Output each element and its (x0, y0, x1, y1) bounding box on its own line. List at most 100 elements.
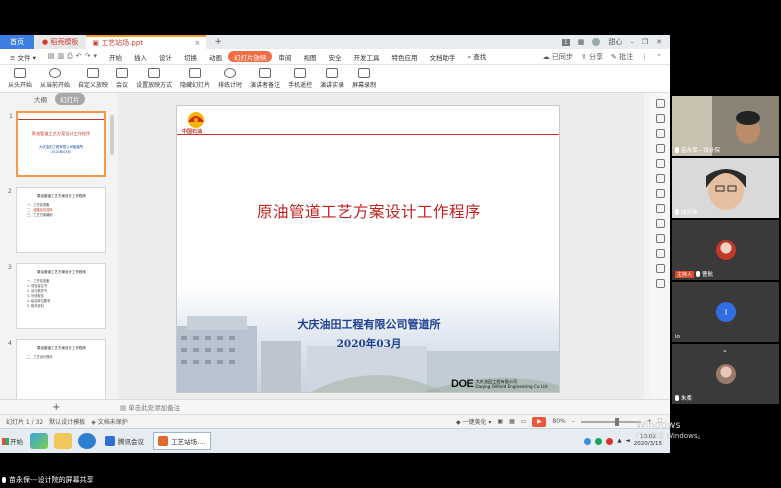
participant-video-1[interactable]: 苗永保---设计院 (672, 96, 779, 156)
zoom-level[interactable]: 80% (552, 418, 565, 425)
expand-list-icon[interactable]: ⌄ (722, 346, 728, 354)
style-icon[interactable] (655, 144, 665, 153)
thumbnail-slide-2[interactable]: 2 原油管道工艺方案设计工作程序 一、工作前准备 二、线路走向选择 三、工艺方案… (8, 187, 106, 253)
audio-icon[interactable] (655, 249, 665, 258)
redo-icon[interactable]: ↷ (85, 52, 91, 61)
zoom-slider[interactable] (580, 417, 641, 426)
collapse-icon[interactable] (655, 99, 665, 108)
menu-security[interactable]: 安全 (322, 52, 347, 62)
user-avatar[interactable] (592, 38, 601, 46)
browser-icon[interactable] (78, 433, 96, 449)
media-icon[interactable] (655, 234, 665, 243)
menu-design[interactable]: 设计 (153, 52, 178, 62)
grid-icon[interactable]: ▦ (578, 38, 585, 46)
share-button[interactable]: ⇪ 分享 (581, 52, 603, 62)
play-slideshow-button[interactable]: ▶ (532, 416, 547, 427)
view-sorter-icon[interactable]: ▦ (509, 418, 515, 425)
more-menu-icon[interactable]: ⋮ (641, 53, 648, 61)
menu-animation[interactable]: 动画 (203, 52, 228, 62)
tab-docer[interactable]: ● 稻壳模板 (36, 35, 85, 49)
menu-features[interactable]: 特色应用 (385, 52, 423, 62)
image-icon[interactable] (655, 219, 665, 228)
restore-icon[interactable]: ❐ (642, 38, 648, 46)
start-button[interactable]: 开始 (2, 432, 24, 450)
notes-icon (259, 68, 272, 78)
tab-outline[interactable]: 大纲 (34, 94, 47, 104)
tab-home[interactable]: 首页 (0, 35, 34, 49)
custom-show-button[interactable]: 自定义放映 (74, 65, 112, 92)
menu-review[interactable]: 审阅 (272, 52, 297, 62)
user-name[interactable]: 甜心 (608, 37, 622, 47)
menu-transition[interactable]: 切换 (178, 52, 203, 62)
help-icon[interactable] (655, 279, 665, 288)
play-from-start-button[interactable]: 从头开始 (4, 65, 36, 92)
phone-remote-button[interactable]: 手机遥控 (284, 65, 316, 92)
shape-icon[interactable] (655, 129, 665, 138)
new-tab-button[interactable]: + (208, 37, 228, 47)
thumbnail-slide-1[interactable]: 1 原油管道工艺方案设计工作程序 大庆油田工程有限公司管道所 2020年03月 (9, 111, 106, 177)
folder-icon[interactable] (54, 433, 72, 449)
thumbnail-scrollbar[interactable] (110, 115, 114, 155)
open-icon[interactable]: ▤ (48, 52, 55, 61)
current-slide[interactable]: 中国石油 原油管道工艺方案设计工作程序 大庆油田工程有限公司管道所 2020年0… (176, 105, 560, 393)
tab-document[interactable]: ▣ 工艺站场.ppt × (86, 35, 207, 49)
taskbar-ppt[interactable]: 工艺站场.... (153, 432, 211, 450)
thumbnail-slide-3[interactable]: 3 原油管道工艺方案设计工作程序 一、工作前准备 1. 项目建议书 2. 设计委… (8, 263, 106, 329)
menu-assistant[interactable]: 文档助手 (423, 52, 461, 62)
comment-button[interactable]: ✎ 批注 (611, 52, 633, 62)
taskbar-tencent-meeting[interactable]: 腾讯会议 (100, 432, 149, 450)
view-reading-icon[interactable]: ▭ (521, 418, 527, 425)
screen-record-button[interactable]: 屏幕录制 (348, 65, 380, 92)
collapse-ribbon-icon[interactable]: ⌃ (656, 53, 662, 61)
select-icon[interactable] (655, 114, 665, 123)
minimize-icon[interactable]: – (630, 38, 634, 46)
tray-app-icon[interactable] (584, 437, 592, 445)
save-icon[interactable]: ▥ (57, 52, 64, 61)
tray-wechat-icon[interactable] (595, 437, 603, 445)
chart-icon[interactable] (655, 204, 665, 213)
play-from-current-button[interactable]: 从当前开始 (36, 65, 74, 92)
layout-icon[interactable] (655, 189, 665, 198)
more-icon[interactable]: ▾ (93, 52, 97, 61)
thumbnail-slide-4[interactable]: 4 原油管道工艺方案设计工作程序 二、工艺设计程序 (8, 339, 106, 399)
record-speech-button[interactable]: 演讲实录 (316, 65, 348, 92)
print-icon[interactable]: ⎙ (67, 52, 73, 61)
hide-slide-button[interactable]: 隐藏幻灯片 (176, 65, 214, 92)
meeting-button[interactable]: 会议 (112, 65, 132, 92)
participant-video-4[interactable]: I io (672, 282, 779, 342)
menu-view[interactable]: 视图 (297, 52, 322, 62)
notes-placeholder[interactable]: ▤ 单击此处添加备注 (120, 402, 180, 412)
add-slide-button[interactable]: + (52, 402, 60, 413)
zoom-slider-knob[interactable] (614, 417, 619, 426)
participant-video-3[interactable]: 主持人 曹航 (672, 220, 779, 280)
setup-show-button[interactable]: 设置放映方式 (132, 65, 176, 92)
undo-icon[interactable]: ↶ (76, 52, 82, 61)
network-icon[interactable]: ▲ (617, 438, 621, 444)
animation-icon[interactable] (655, 159, 665, 168)
participant-video-2[interactable]: 成庆林 (672, 158, 779, 218)
menu-home[interactable]: 开始 (103, 52, 128, 62)
close-icon[interactable]: ✕ (656, 38, 662, 46)
menu-search[interactable]: ⌕ 查找 (461, 51, 492, 62)
menu-insert[interactable]: 插入 (128, 52, 153, 62)
sync-button[interactable]: ☁ 已同步 (543, 52, 573, 62)
volume-icon[interactable]: ◄ (626, 438, 630, 444)
speaker-notes-button[interactable]: 演讲者备注 (246, 65, 284, 92)
app-icon[interactable] (30, 433, 48, 449)
menu-slideshow[interactable]: 幻灯片放映 (227, 51, 273, 62)
tab-slides[interactable]: 幻灯片 (55, 93, 85, 105)
menu-file[interactable]: ≡ 文件 ▾ (4, 52, 42, 62)
doc-protect-status[interactable]: ◈ 文档未保护 (91, 417, 128, 426)
table-icon[interactable] (655, 174, 665, 183)
tray-security-icon[interactable] (606, 437, 614, 445)
windows-taskbar: 开始 腾讯会议 工艺站场.... ▲ ◄ 10:02 2020/3/15 (0, 428, 670, 453)
beautify-button[interactable]: ◆ 一键美化 ▾ (456, 417, 491, 426)
view-normal-icon[interactable]: ▣ (497, 418, 503, 425)
menu-developer[interactable]: 开发工具 (347, 52, 385, 62)
close-tab-icon[interactable]: × (194, 39, 200, 47)
participant-video-5[interactable]: 朱柔 ⌄ (672, 344, 779, 404)
backup-icon[interactable] (655, 264, 665, 273)
template-name[interactable]: 默认设计模板 (49, 417, 85, 426)
zoom-out-icon[interactable]: – (572, 418, 575, 425)
rehearse-timing-button[interactable]: 排练计时 (214, 65, 246, 92)
